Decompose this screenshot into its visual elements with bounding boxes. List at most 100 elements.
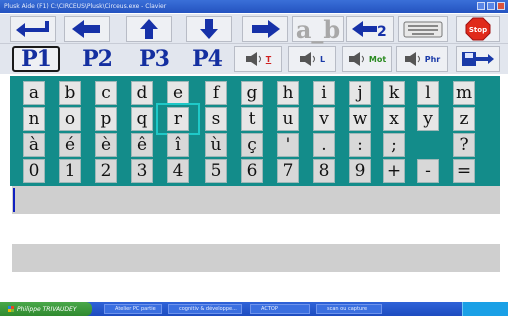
page-2-button[interactable]: P2 [74,46,120,72]
speak-sentence-button[interactable]: Phr [396,46,448,72]
save-button[interactable] [456,46,500,72]
stop-sign-icon: Stop [465,17,491,41]
keyboard-key[interactable]: 0 [23,159,45,183]
keyboard-key[interactable]: 7 [277,159,299,183]
keyboard-key[interactable]: 3 [131,159,153,183]
keyboard-key[interactable]: y [417,107,439,131]
keyboard-key[interactable]: e [167,81,189,105]
speak-sentence-label: Phr [424,54,441,64]
keyboard-key[interactable]: é [59,133,81,157]
speak-word-button[interactable]: Mot [342,46,392,72]
keyboard-key[interactable]: - [417,159,439,183]
arrow-left-key[interactable] [64,16,110,42]
keyboard-key[interactable]: s [205,107,227,131]
text-line[interactable] [12,214,500,244]
task-button[interactable]: cognitiv & développe... [168,304,242,314]
keyboard-key[interactable]: ù [205,133,227,157]
system-tray[interactable] [462,302,508,316]
keyboard-key[interactable]: : [349,133,371,157]
keyboard-key[interactable]: n [23,107,45,131]
arrow-down-icon [200,19,218,39]
text-area[interactable] [12,186,500,298]
keyboard-key[interactable]: ' [277,133,299,157]
arrow-down-key[interactable] [186,16,232,42]
virtual-keyboard: a b c d e f g h i j k l m n o p q r s t u v w x y z à é è ê î ù ç '.:;? 0 1… [10,76,500,186]
keyboard-key[interactable]: q [131,107,153,131]
task-button[interactable]: scan ou capture [316,304,382,314]
task-label: ACTOP [261,306,278,312]
keyboard-key[interactable]: ê [131,133,153,157]
speak-letter-button[interactable]: L [288,46,336,72]
keyboard-key[interactable]: f [205,81,227,105]
keyboard-key[interactable]: l [417,81,439,105]
arrow-up-key[interactable] [126,16,172,42]
page-4-label: P4 [192,46,223,72]
window-controls [477,2,505,10]
keyboard-key[interactable]: è [95,133,117,157]
stop-key[interactable]: Stop [456,16,500,42]
keyboard-key[interactable]: c [95,81,117,105]
task-button[interactable]: ACTOP [250,304,310,314]
space-key[interactable]: a_b [292,15,344,44]
keyboard-key[interactable]: h [277,81,299,105]
keyboard-key[interactable]: i [313,81,335,105]
page-speech-toolbar: P1 P2 P3 P4 T L Mot Phr [0,44,508,74]
keyboard-key[interactable]: à [23,133,45,157]
keyboard-key[interactable]: x [383,107,405,131]
focused-key-highlight [156,103,200,135]
arrow-right-icon [252,20,280,38]
speak-text-button[interactable]: T [234,46,282,72]
keyboard-key[interactable]: k [383,81,405,105]
arrow-right-key[interactable] [242,16,288,42]
keyboard-key[interactable] [398,16,448,42]
text-line[interactable] [12,186,500,214]
keyboard-key[interactable]: ç [241,133,263,157]
keyboard-key[interactable]: î [167,133,189,157]
keyboard-key[interactable]: 8 [313,159,335,183]
keyboard-key[interactable]: u [277,107,299,131]
page-3-label: P3 [139,46,170,72]
keyboard-key[interactable]: . [313,133,335,157]
keyboard-key[interactable]: o [59,107,81,131]
window-titlebar: Plusk Aide (F1) C:\CIRCEUS\Plusk\Circeus… [0,0,508,13]
backspace-key[interactable]: 2 [346,16,394,42]
minimize-button[interactable] [477,2,485,10]
page-4-button[interactable]: P4 [184,46,230,72]
window-title: Plusk Aide (F1) C:\CIRCEUS\Plusk\Circeus… [4,3,167,10]
svg-text:2: 2 [377,24,387,40]
text-line[interactable] [12,244,500,272]
page-1-label: P1 [21,46,52,72]
backspace-icon: 2 [352,21,387,40]
keyboard-key[interactable]: a [23,81,45,105]
keyboard-key[interactable]: ? [453,133,475,157]
close-button[interactable] [497,2,505,10]
keyboard-key[interactable]: 9 [349,159,371,183]
maximize-button[interactable] [487,2,495,10]
keyboard-key[interactable]: b [59,81,81,105]
keyboard-key[interactable]: 6 [241,159,263,183]
page-1-button[interactable]: P1 [12,46,60,72]
keyboard-key[interactable]: + [383,159,405,183]
keyboard-key[interactable]: m [453,81,475,105]
enter-key[interactable] [10,16,56,42]
keyboard-key[interactable]: d [131,81,153,105]
keyboard-key[interactable]: w [349,107,371,131]
keyboard-key[interactable]: 2 [95,159,117,183]
keyboard-key[interactable]: 4 [167,159,189,183]
keyboard-key[interactable]: g [241,81,263,105]
text-line[interactable] [12,272,500,298]
save-icon [462,52,494,66]
task-button[interactable]: Atelier PC partie [104,304,162,314]
keyboard-key[interactable]: p [95,107,117,131]
keyboard-key[interactable]: 5 [205,159,227,183]
speak-word-label: Mot [368,54,387,64]
keyboard-key[interactable]: = [453,159,475,183]
keyboard-key[interactable]: 1 [59,159,81,183]
keyboard-key[interactable]: t [241,107,263,131]
keyboard-key[interactable]: z [453,107,475,131]
start-button[interactable]: Philippe TRIVAUDEY [0,302,92,316]
keyboard-key[interactable]: j [349,81,371,105]
keyboard-key[interactable]: ; [383,133,405,157]
page-3-button[interactable]: P3 [128,46,180,72]
keyboard-key[interactable]: v [313,107,335,131]
